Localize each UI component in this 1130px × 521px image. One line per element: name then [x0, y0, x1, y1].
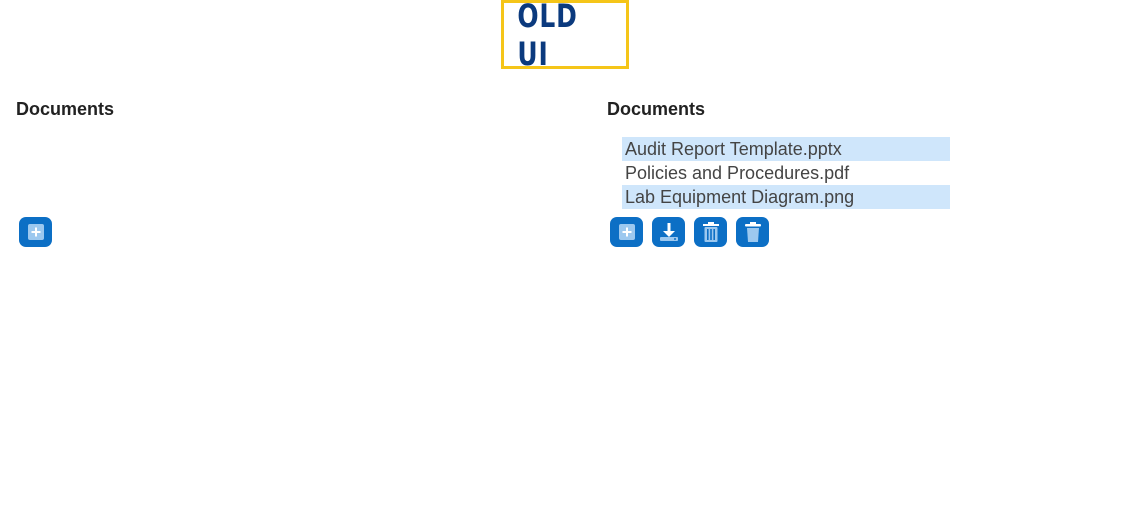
add-document-button[interactable]: [19, 217, 52, 247]
delete-icon: [744, 222, 761, 242]
add-icon: [27, 224, 44, 240]
documents-panel-right: Documents Audit Report Template.pptx Pol…: [607, 96, 1107, 247]
list-item[interactable]: Policies and Procedures.pdf: [622, 161, 950, 185]
badge-label: OLD UI: [517, 0, 578, 73]
right-toolbar: [610, 217, 769, 247]
delete-all-button[interactable]: [694, 217, 727, 247]
panel-title: Documents: [16, 99, 115, 119]
delete-all-icon: [702, 222, 719, 242]
list-item[interactable]: Audit Report Template.pptx: [622, 137, 950, 161]
old-ui-badge: OLD UI: [501, 0, 629, 73]
panel-title: Documents: [607, 99, 706, 119]
add-document-button[interactable]: [610, 217, 643, 247]
list-item[interactable]: Lab Equipment Diagram.png: [622, 185, 950, 209]
download-button[interactable]: [652, 217, 685, 247]
file-list: Audit Report Template.pptx Policies and …: [622, 137, 950, 209]
documents-panel-left: Documents: [16, 96, 576, 247]
left-toolbar: [19, 217, 52, 247]
delete-button[interactable]: [736, 217, 769, 247]
download-icon: [659, 223, 678, 241]
add-icon: [618, 224, 635, 240]
